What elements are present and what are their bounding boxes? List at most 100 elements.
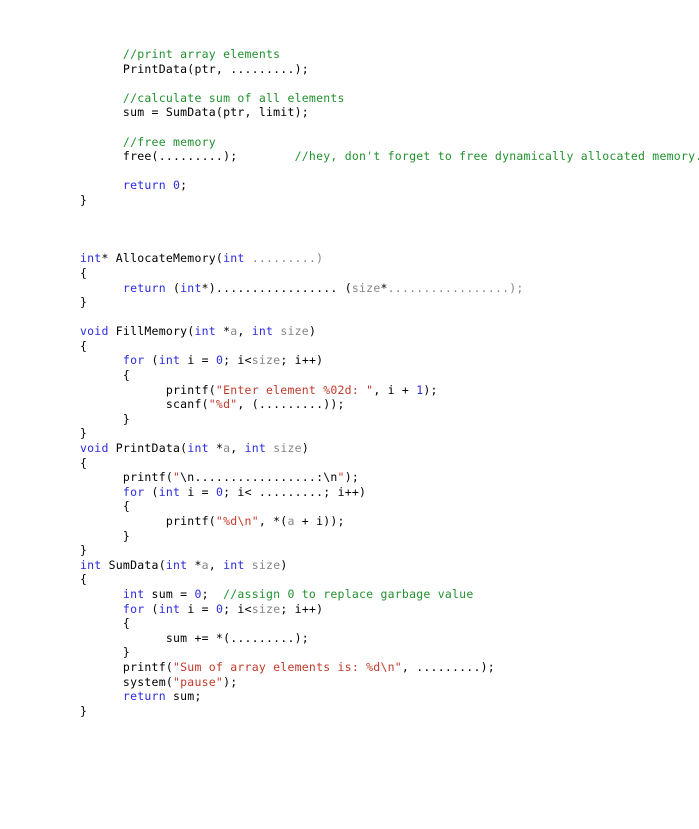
code-token-plain: }: [80, 192, 88, 207]
code-token-plain: , *(: [258, 514, 288, 528]
code-line: sum = SumData(ptr, limit);: [80, 105, 699, 120]
code-line: int sum = 0; //assign 0 to replace garba…: [80, 587, 699, 602]
code-token-plain: * AllocateMemory(: [101, 251, 224, 266]
code-token-plain: system(: [122, 674, 173, 689]
code-line: //calculate sum of all elements: [80, 91, 699, 106]
code-token-plain: printf(: [165, 514, 216, 528]
code-token-plain: ; i< .........; i++): [223, 484, 367, 499]
code-token-identifier: size: [251, 353, 281, 368]
code-line: }: [80, 543, 699, 558]
code-token-plain: , .........);: [401, 659, 495, 674]
code-token-plain: sum =: [144, 586, 195, 601]
code-token-keyword: int: [122, 586, 145, 601]
code-token-comment: //print array elements: [122, 47, 281, 61]
code-token-identifier: a: [201, 557, 209, 572]
code-token-string: "Enter element %02d: ": [215, 382, 374, 397]
code-line: }: [80, 193, 699, 208]
code-token-plain: PrintData(: [108, 441, 188, 456]
code-token-string: ": [337, 470, 345, 485]
code-token-keyword: 0: [194, 586, 202, 601]
code-token-keyword: return: [122, 280, 166, 295]
code-token-keyword: int: [158, 484, 181, 499]
code-token-plain: }: [80, 543, 88, 558]
code-line: {: [80, 572, 699, 587]
code-token-plain: + i));: [294, 514, 345, 528]
code-token-string: "Sum of array elements is: %d\n": [173, 659, 402, 674]
code-line: {: [80, 339, 699, 354]
code-line: {: [80, 368, 699, 383]
code-token-keyword: int: [194, 324, 216, 339]
code-token-string: "%d\n": [215, 514, 259, 528]
code-token-plain: *)................. (: [201, 280, 352, 295]
code-token-keyword: int: [180, 280, 202, 295]
code-token-keyword: int: [223, 251, 245, 266]
code-token-keyword: for: [122, 601, 145, 616]
code-token-keyword: void: [80, 324, 109, 339]
code-token-plain: }: [122, 645, 131, 660]
code-token-plain: }: [80, 426, 88, 441]
code-token-string: "pause": [173, 674, 224, 689]
code-token-plain: SumData(: [101, 557, 166, 572]
code-token-plain: PrintData(ptr, .........);: [122, 61, 309, 76]
code-token-identifier: size: [273, 441, 302, 456]
code-line: {: [80, 266, 699, 281]
code-token-plain: }: [122, 411, 131, 426]
code-line: void PrintData(int *a, int size): [80, 441, 699, 456]
code-token-string: "%d": [208, 397, 238, 412]
code-token-keyword: void: [80, 441, 109, 456]
code-token-keyword: int: [158, 601, 181, 616]
code-token-plain: ): [301, 441, 309, 456]
code-line: printf("%d\n", *(a + i));: [80, 514, 699, 529]
code-token-plain: }: [80, 295, 88, 310]
code-token-plain: (: [144, 353, 159, 368]
code-token-plain: \n.................:\n: [180, 470, 338, 485]
code-token-plain: ,: [230, 441, 245, 456]
code-token-plain: sum = SumData(ptr, limit);: [122, 105, 309, 120]
code-token-plain: i =: [180, 484, 216, 499]
code-token-plain: {: [80, 338, 88, 353]
code-token-identifier: .........): [251, 251, 324, 266]
code-line: system("pause");: [80, 675, 699, 690]
code-token-keyword: int: [80, 251, 102, 266]
code-token-plain: scanf(: [165, 397, 209, 412]
code-token-plain: {: [80, 455, 88, 470]
code-token-identifier: size: [351, 280, 381, 295]
code-token-plain: ; i<: [223, 601, 252, 616]
code-line: }: [80, 295, 699, 310]
code-token-comment: //free memory: [122, 134, 216, 149]
code-line: {: [80, 499, 699, 514]
code-token-plain: i =: [180, 601, 216, 616]
code-token-plain: );: [423, 382, 438, 397]
code-token-plain: }: [122, 528, 131, 543]
code-line: for (int i = 0; i<size; i++): [80, 353, 699, 368]
code-token-plain: sum += *(.........);: [165, 630, 309, 645]
code-line: int SumData(int *a, int size): [80, 558, 699, 573]
code-token-keyword: int: [80, 557, 102, 572]
code-token-plain: i =: [180, 353, 216, 368]
code-token-plain: }: [80, 703, 88, 718]
code-token-plain: *: [380, 280, 388, 295]
code-token-plain: FillMemory(: [108, 324, 195, 339]
code-token-plain: , (.........));: [237, 397, 345, 412]
code-token-plain: printf(: [122, 659, 173, 674]
code-token-plain: *: [208, 441, 224, 456]
code-token-keyword: return: [122, 178, 166, 193]
code-token-plain: ,: [237, 324, 252, 339]
